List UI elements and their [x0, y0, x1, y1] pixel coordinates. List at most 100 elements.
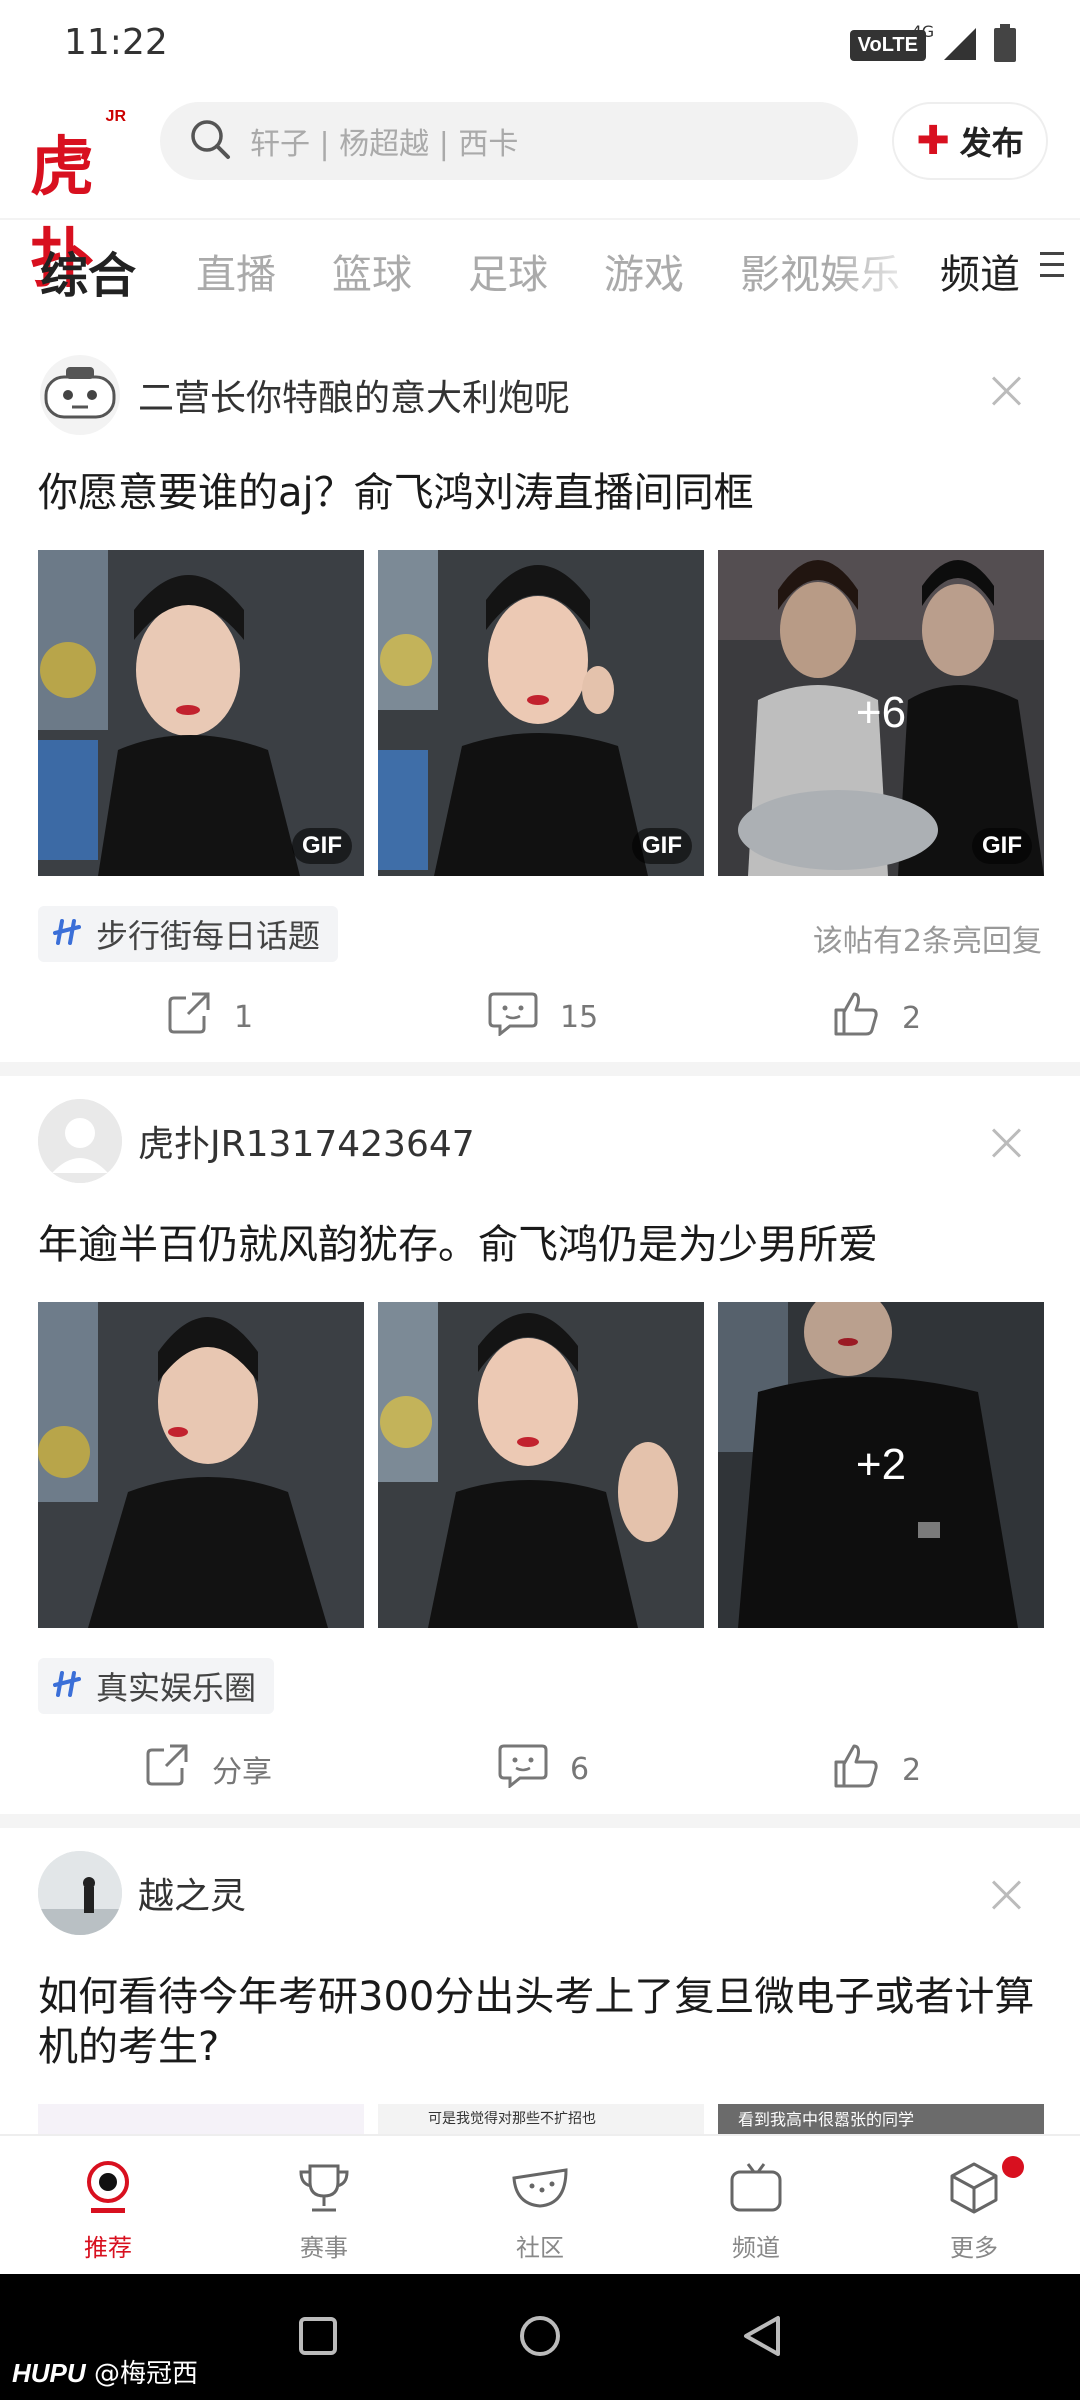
post-image[interactable] [38, 1302, 364, 1628]
close-icon[interactable] [990, 1878, 1022, 1910]
share-icon [166, 990, 212, 1044]
nav-label: 社区 [516, 2234, 564, 2262]
avatar[interactable] [38, 1851, 122, 1935]
battery-icon [994, 24, 1016, 66]
tv-icon [728, 2160, 784, 2220]
gif-badge: GIF [632, 828, 692, 864]
more-images-count: +2 [718, 1302, 1044, 1628]
like-button[interactable]: 2 [832, 1742, 921, 1798]
post-title[interactable]: 年逾半百仍就风韵犹存。俞飞鸿仍是为少男所爱 [38, 1220, 1048, 1270]
signal-icon [940, 26, 980, 64]
home-icon[interactable] [518, 2314, 562, 2362]
thumbs-up-icon [832, 990, 880, 1046]
post-image[interactable]: GIF [38, 550, 364, 876]
hupu-logo[interactable]: JR 虎扑 [30, 102, 130, 297]
tab-football[interactable]: 足球 [468, 242, 548, 300]
like-count: 2 [902, 1752, 922, 1788]
network-type: 4G [911, 22, 935, 41]
post-image[interactable]: +2 [718, 1302, 1044, 1628]
menu-icon[interactable] [1040, 252, 1064, 278]
post-image[interactable]: 可是我觉得对那些不扩招也 [378, 2104, 704, 2134]
thumbs-up-icon [832, 1742, 880, 1798]
topic-icon [52, 917, 82, 951]
cube-icon [946, 2160, 1002, 2220]
comment-icon [488, 990, 538, 1044]
nav-community[interactable]: 社区 [480, 2160, 600, 2263]
tab-games[interactable]: 游戏 [604, 242, 684, 300]
avatar[interactable] [38, 1099, 122, 1183]
tab-live[interactable]: 直播 [196, 242, 276, 300]
publish-button[interactable]: ✚ 发布 [892, 102, 1048, 180]
tab-channel[interactable]: 频道 [940, 242, 1020, 300]
publish-label: 发布 [959, 124, 1024, 162]
author-name[interactable]: 虎扑JR1317423647 [138, 1115, 475, 1167]
author-name[interactable]: 越之灵 [138, 1867, 246, 1919]
post-actions: 分享 6 2 [0, 1742, 1080, 1802]
app-header: JR 虎扑 轩子 | 杨超越 | 西卡 ✚ 发布 [0, 92, 1080, 297]
avatar[interactable] [38, 353, 122, 437]
tab-zonghe[interactable]: 综合 [40, 236, 136, 306]
nav-label: 更多 [950, 2234, 998, 2262]
topic-label: 真实娱乐圈 [96, 1669, 257, 1707]
notification-dot [1002, 2156, 1024, 2178]
feed-divider [0, 1814, 1080, 1828]
status-time: 11:22 [64, 22, 168, 63]
back-icon[interactable] [740, 2314, 784, 2362]
category-tabs: 综合 直播 篮球 足球 游戏 影视娱乐 频道 [0, 218, 1080, 316]
search-bar[interactable]: 轩子 | 杨超越 | 西卡 [160, 102, 858, 180]
comment-button[interactable]: 15 [488, 990, 598, 1044]
topic-label: 步行街每日话题 [96, 917, 321, 955]
like-button[interactable]: 2 [832, 990, 921, 1046]
post-image[interactable] [378, 1302, 704, 1628]
status-icons: VoLTE 4G [849, 22, 1016, 66]
close-icon[interactable] [990, 374, 1022, 406]
post-card[interactable]: 虎扑JR1317423647 年逾半百仍就风韵犹存。俞飞鸿仍是为少男所爱 +2 … [0, 1092, 1080, 1804]
search-placeholder: 轩子 | 杨超越 | 西卡 [250, 127, 519, 162]
nav-channel[interactable]: 频道 [696, 2160, 816, 2263]
image-caption: 看到我高中很嚣张的同学 [738, 2110, 915, 2129]
post-images: +2 [38, 1302, 1044, 1628]
author-name[interactable]: 二营长你特酿的意大利炮呢 [138, 369, 570, 421]
share-count: 1 [234, 999, 254, 1035]
share-button[interactable]: 1 [166, 990, 253, 1044]
close-icon[interactable] [990, 1126, 1022, 1158]
recommend-icon [83, 2160, 133, 2220]
system-navigation-bar: HUPU @梅冠西 [0, 2274, 1080, 2400]
post-images: GIF GIF +6 GIF [38, 550, 1044, 876]
watermark-brand: HUPU [12, 2358, 86, 2388]
gif-badge: GIF [972, 828, 1032, 864]
watermark: HUPU @梅冠西 [12, 2353, 198, 2390]
share-button[interactable]: 分享 [144, 1742, 272, 1796]
comment-button[interactable]: 6 [498, 1742, 589, 1796]
post-actions: 1 15 2 [0, 990, 1080, 1050]
nav-label: 推荐 [84, 2234, 132, 2262]
nav-label: 赛事 [300, 2234, 348, 2262]
post-image[interactable]: GIF [378, 550, 704, 876]
watermark-user: @梅冠西 [93, 2359, 198, 2389]
feed-divider [0, 1062, 1080, 1076]
post-card[interactable]: 越之灵 如何看待今年考研300分出头考上了复旦微电子或者计算机的考生? 可是我觉… [0, 1844, 1080, 2134]
post-card[interactable]: 二营长你特酿的意大利炮呢 你愿意要谁的aj？俞飞鸿刘涛直播间同框 GIF GIF… [0, 340, 1080, 1052]
gif-badge: GIF [292, 828, 352, 864]
recents-icon[interactable] [298, 2316, 338, 2360]
topic-tag[interactable]: 步行街每日话题 [38, 906, 339, 962]
nav-events[interactable]: 赛事 [264, 2160, 384, 2263]
watermelon-icon [510, 2160, 570, 2220]
nav-recommend[interactable]: 推荐 [48, 2160, 168, 2263]
topic-icon [52, 1669, 82, 1703]
post-image[interactable]: 看到我高中很嚣张的同学 [718, 2104, 1044, 2134]
topic-tag[interactable]: 真实娱乐圈 [38, 1658, 275, 1714]
search-icon [188, 117, 232, 165]
light-replies-note[interactable]: 该帖有2条亮回复 [813, 916, 1042, 960]
post-image[interactable] [38, 2104, 364, 2134]
post-author[interactable]: 虎扑JR1317423647 [38, 1098, 475, 1184]
post-title[interactable]: 如何看待今年考研300分出头考上了复旦微电子或者计算机的考生? [38, 1972, 1048, 2072]
share-icon [144, 1742, 190, 1796]
post-author[interactable]: 二营长你特酿的意大利炮呢 [38, 352, 570, 438]
post-author[interactable]: 越之灵 [38, 1850, 246, 1936]
post-title[interactable]: 你愿意要谁的aj？俞飞鸿刘涛直播间同框 [38, 468, 1048, 518]
post-image[interactable]: +6 GIF [718, 550, 1044, 876]
post-images: 可是我觉得对那些不扩招也 看到我高中很嚣张的同学 [38, 2104, 1044, 2134]
tab-basketball[interactable]: 篮球 [332, 242, 412, 300]
plus-icon: ✚ [916, 118, 950, 164]
